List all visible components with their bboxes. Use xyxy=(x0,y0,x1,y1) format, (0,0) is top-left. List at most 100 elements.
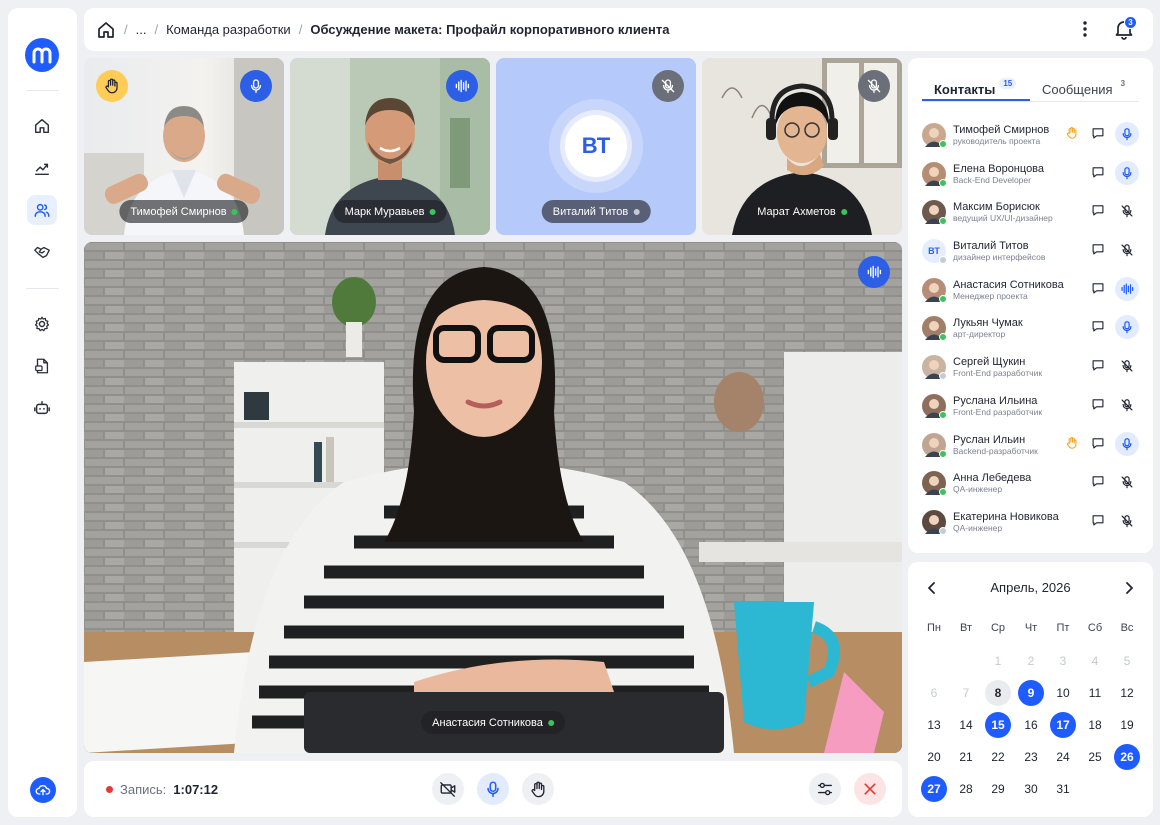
mic-off-button[interactable] xyxy=(858,70,890,102)
calendar-day[interactable]: 15 xyxy=(985,712,1011,738)
notifications-button[interactable]: 3 xyxy=(1113,16,1137,42)
calendar-day[interactable]: 13 xyxy=(921,712,947,738)
speaking-indicator-button[interactable] xyxy=(858,256,890,288)
sidebar-item-analytics[interactable] xyxy=(27,153,57,183)
calendar-day[interactable]: 21 xyxy=(953,744,979,770)
contact-row[interactable]: Максим Борисюк ведущий UX/UI-дизайнер xyxy=(920,197,1142,236)
calendar-prev-button[interactable] xyxy=(926,581,938,595)
contact-row[interactable]: Сергей Щукин Front-End разработчик xyxy=(920,352,1142,391)
calendar-day[interactable]: 6 xyxy=(921,680,947,706)
sidebar-item-deals[interactable] xyxy=(27,237,57,267)
calendar-day[interactable]: 27 xyxy=(921,776,947,802)
calendar-day[interactable]: 10 xyxy=(1050,680,1076,706)
calendar-day[interactable]: 19 xyxy=(1114,712,1140,738)
upload-button[interactable] xyxy=(30,777,56,803)
mic-off-button[interactable] xyxy=(1115,509,1139,533)
mic-on-button[interactable] xyxy=(1115,315,1139,340)
contact-row[interactable]: Лукьян Чумак арт-директор xyxy=(920,313,1142,352)
speaking-indicator-button[interactable] xyxy=(1115,276,1139,301)
message-button[interactable] xyxy=(1091,474,1105,488)
mic-on-button[interactable] xyxy=(1115,431,1139,456)
contact-row[interactable]: ВТ Виталий Титов дизайнер интерфейсов xyxy=(920,236,1142,275)
participant-tile[interactable]: ВТ Виталий Титов xyxy=(496,58,696,235)
call-settings-button[interactable] xyxy=(809,773,841,805)
microphone-off-icon xyxy=(1121,205,1133,218)
message-button[interactable] xyxy=(1091,242,1105,256)
message-button[interactable] xyxy=(1091,165,1105,179)
calendar-day[interactable]: 5 xyxy=(1114,648,1140,674)
calendar-day[interactable]: 12 xyxy=(1114,680,1140,706)
calendar-day[interactable]: 11 xyxy=(1082,680,1108,706)
calendar-next-button[interactable] xyxy=(1123,581,1135,595)
breadcrumb-team[interactable]: Команда разработки xyxy=(166,22,291,37)
calendar-day[interactable]: 24 xyxy=(1050,744,1076,770)
breadcrumb-ellipsis[interactable]: ... xyxy=(136,22,147,37)
message-button[interactable] xyxy=(1091,281,1105,295)
calendar-day[interactable]: 14 xyxy=(953,712,979,738)
sidebar-item-home[interactable] xyxy=(27,111,57,141)
mic-on-button[interactable] xyxy=(240,70,272,102)
camera-toggle-button[interactable] xyxy=(432,773,464,805)
contact-row[interactable]: Елена Воронцова Back-End Developer xyxy=(920,159,1142,198)
participant-tile[interactable]: Марат Ахметов xyxy=(702,58,902,235)
sidebar-item-people[interactable] xyxy=(27,195,57,225)
participant-tile[interactable]: Марк Муравьев xyxy=(290,58,490,235)
end-call-button[interactable] xyxy=(854,773,886,805)
message-button[interactable] xyxy=(1091,203,1105,217)
mic-on-button[interactable] xyxy=(1115,160,1139,185)
calendar-day[interactable]: 20 xyxy=(921,744,947,770)
calendar-day[interactable]: 3 xyxy=(1050,648,1076,674)
calendar-day[interactable]: 30 xyxy=(1018,776,1044,802)
calendar-day[interactable]: 7 xyxy=(953,680,979,706)
message-button[interactable] xyxy=(1091,436,1105,450)
calendar-day[interactable]: 31 xyxy=(1050,776,1076,802)
calendar-day[interactable]: 1 xyxy=(985,648,1011,674)
calendar-day[interactable]: 8 xyxy=(985,680,1011,706)
mic-off-button[interactable] xyxy=(1115,393,1139,417)
contact-row[interactable]: Екатерина Новикова QA-инженер xyxy=(920,507,1142,546)
contact-name: Анна Лебедева xyxy=(953,472,1032,485)
mic-off-button[interactable] xyxy=(652,70,684,102)
calendar-day[interactable]: 23 xyxy=(1018,744,1044,770)
message-button[interactable] xyxy=(1091,397,1105,411)
mic-on-button[interactable] xyxy=(1115,122,1139,146)
mic-off-button[interactable] xyxy=(1115,199,1139,223)
app-logo[interactable] xyxy=(25,38,59,72)
mic-off-button[interactable] xyxy=(1115,354,1139,378)
calendar-day[interactable]: 16 xyxy=(1018,712,1044,738)
contact-row[interactable]: Руслана Ильина Front-End разработчик xyxy=(920,391,1142,430)
participant-tile[interactable]: Тимофей Смирнов xyxy=(84,58,284,235)
calendar-day[interactable]: 22 xyxy=(985,744,1011,770)
contact-row[interactable]: Анастасия Сотникова Менеджер проекта xyxy=(920,275,1142,314)
sidebar-item-bot[interactable] xyxy=(27,393,57,423)
calendar-day[interactable]: 17 xyxy=(1050,712,1076,738)
calendar-day[interactable]: 9 xyxy=(1018,680,1044,706)
main-video-stage[interactable]: Анастасия Сотникова xyxy=(84,242,902,753)
calendar-day[interactable]: 26 xyxy=(1114,744,1140,770)
message-button[interactable] xyxy=(1091,319,1105,333)
calendar-day[interactable]: 2 xyxy=(1018,648,1044,674)
tab-messages[interactable]: Сообщения 3 xyxy=(1030,76,1129,101)
raise-hand-button[interactable] xyxy=(522,773,554,805)
more-options-button[interactable] xyxy=(1077,19,1093,39)
mic-off-button[interactable] xyxy=(1115,470,1139,494)
calendar-day[interactable]: 28 xyxy=(953,776,979,802)
calendar-day[interactable]: 29 xyxy=(985,776,1011,802)
calendar-day[interactable]: 18 xyxy=(1082,712,1108,738)
tab-contacts[interactable]: Контакты 15 xyxy=(922,76,1030,101)
tab-contacts-label: Контакты xyxy=(934,82,996,97)
breadcrumb-home[interactable] xyxy=(96,20,116,40)
speaking-indicator-button[interactable] xyxy=(446,70,478,102)
contact-row[interactable]: Руслан Ильин Backend-разработчик xyxy=(920,430,1142,469)
microphone-toggle-button[interactable] xyxy=(477,773,509,805)
sidebar-item-settings[interactable] xyxy=(27,309,57,339)
sidebar-item-documents[interactable] xyxy=(27,351,57,381)
mic-off-button[interactable] xyxy=(1115,238,1139,262)
contact-row[interactable]: Анна Лебедева QA-инженер xyxy=(920,468,1142,507)
message-button[interactable] xyxy=(1091,513,1105,527)
message-button[interactable] xyxy=(1091,126,1105,140)
message-button[interactable] xyxy=(1091,358,1105,372)
calendar-day[interactable]: 4 xyxy=(1082,648,1108,674)
calendar-day[interactable]: 25 xyxy=(1082,744,1108,770)
contact-row[interactable]: Тимофей Смирнов руководитель проекта xyxy=(920,120,1142,159)
